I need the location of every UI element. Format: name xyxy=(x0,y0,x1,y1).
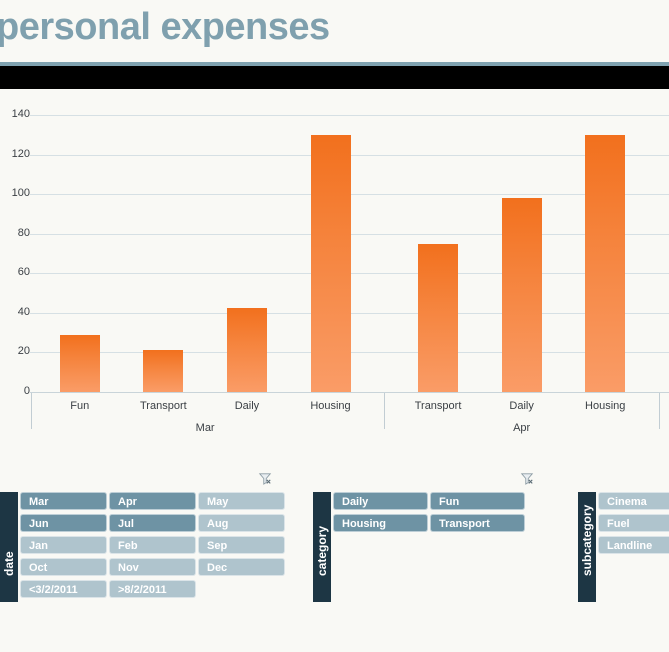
slicer-header-label: category xyxy=(315,525,329,576)
slicer-item-category-daily[interactable]: Daily xyxy=(333,492,428,510)
slicer-header-label: date xyxy=(2,551,16,576)
bar[interactable] xyxy=(418,243,459,392)
y-axis-tick-label: 60 xyxy=(17,266,30,279)
slicer-header-date: date xyxy=(0,492,18,602)
group-label: Apr xyxy=(513,422,531,434)
slicer-item-date-oct[interactable]: Oct xyxy=(20,558,107,576)
y-axis-tick-label: 140 xyxy=(11,108,30,120)
y-axis: 0 20 40 60 80 100 120 140 xyxy=(0,109,30,397)
slicer-item-date-may[interactable]: May xyxy=(198,492,285,510)
clear-filter-icon[interactable] xyxy=(520,472,534,486)
y-axis-tick-label: 0 xyxy=(23,385,30,397)
slicer-item-date-nov[interactable]: Nov xyxy=(109,558,196,576)
y-axis-tick-label: 100 xyxy=(11,187,30,200)
slicer-items-date: Mar Apr May Jun Jul Aug Jan Feb Sep Oct Nov Dec <3/2… xyxy=(20,492,290,610)
bar[interactable] xyxy=(143,350,184,392)
slicer-item-date-3-2-2011[interactable]: <3/2/2011 xyxy=(20,580,107,598)
slicer-category: category Daily Fun Housing Transport xyxy=(313,492,558,610)
slicer-header-label: subcategory xyxy=(580,504,594,576)
dashboard-page: personal expenses 0 20 40 60 80 100 120 140 Fun… xyxy=(0,0,669,652)
bar[interactable] xyxy=(310,134,351,392)
slicer-items-category: Daily Fun Housing Transport xyxy=(333,492,558,610)
slicer-item-date-dec[interactable]: Dec xyxy=(198,558,285,576)
slicer-item-category-housing[interactable]: Housing xyxy=(333,514,428,532)
slicer-item-date-feb[interactable]: Feb xyxy=(109,536,196,554)
bar[interactable] xyxy=(501,198,542,392)
clear-filter-icon[interactable] xyxy=(258,472,272,486)
slicer-items-subcategory: Cinema Fuel Landline xyxy=(598,492,669,610)
y-axis-tick-label: 80 xyxy=(17,226,30,239)
axis-separator-tick xyxy=(659,393,660,429)
slicer-item-date-8-2-2011[interactable]: >8/2/2011 xyxy=(109,580,196,598)
expenses-bar-chart: 0 20 40 60 80 100 120 140 Fun Transport Daily Hous… xyxy=(0,95,669,445)
slicer-item-category-transport[interactable]: Transport xyxy=(430,514,525,532)
header: personal expenses xyxy=(0,0,669,62)
y-axis-tick-label: 40 xyxy=(17,305,30,318)
slicer-item-date-apr[interactable]: Apr xyxy=(109,492,196,510)
group-label: Mar xyxy=(195,422,215,434)
slicer-item-date-sep[interactable]: Sep xyxy=(198,536,285,554)
slicer-subcategory: subcategory Cinema Fuel Landline xyxy=(578,492,669,610)
slicer-item-subcategory-fuel[interactable]: Fuel xyxy=(598,514,669,532)
bar[interactable] xyxy=(226,307,267,392)
bar[interactable] xyxy=(59,334,100,392)
slicer-item-subcategory-landline[interactable]: Landline xyxy=(598,536,669,554)
y-axis-tick-label: 120 xyxy=(11,147,30,160)
bar-series xyxy=(30,115,669,392)
slicer-item-date-mar[interactable]: Mar xyxy=(20,492,107,510)
slicer-item-date-jul[interactable]: Jul xyxy=(109,514,196,532)
slicer-date: date Mar Apr May Jun Jul Aug Jan Feb Sep Oct Nov Dec… xyxy=(0,492,290,610)
y-axis-tick-label: 20 xyxy=(17,345,30,358)
category-label: Housing xyxy=(310,400,351,412)
category-label: Housing xyxy=(585,400,626,412)
slicer-item-subcategory-cinema[interactable]: Cinema xyxy=(598,492,669,510)
slicer-item-category-fun[interactable]: Fun xyxy=(430,492,525,510)
header-black-band xyxy=(0,66,669,89)
slicer-item-date-jun[interactable]: Jun xyxy=(20,514,107,532)
axis-separator-tick xyxy=(384,393,386,429)
slicer-header-category: category xyxy=(313,492,331,602)
slicer-item-date-jan[interactable]: Jan xyxy=(20,536,107,554)
x-axis-baseline xyxy=(30,392,669,393)
axis-separator-tick xyxy=(31,393,32,429)
page-title: personal expenses xyxy=(0,6,330,48)
slicer-item-date-aug[interactable]: Aug xyxy=(198,514,285,532)
slicer-header-subcategory: subcategory xyxy=(578,492,596,602)
bar[interactable] xyxy=(585,134,626,392)
